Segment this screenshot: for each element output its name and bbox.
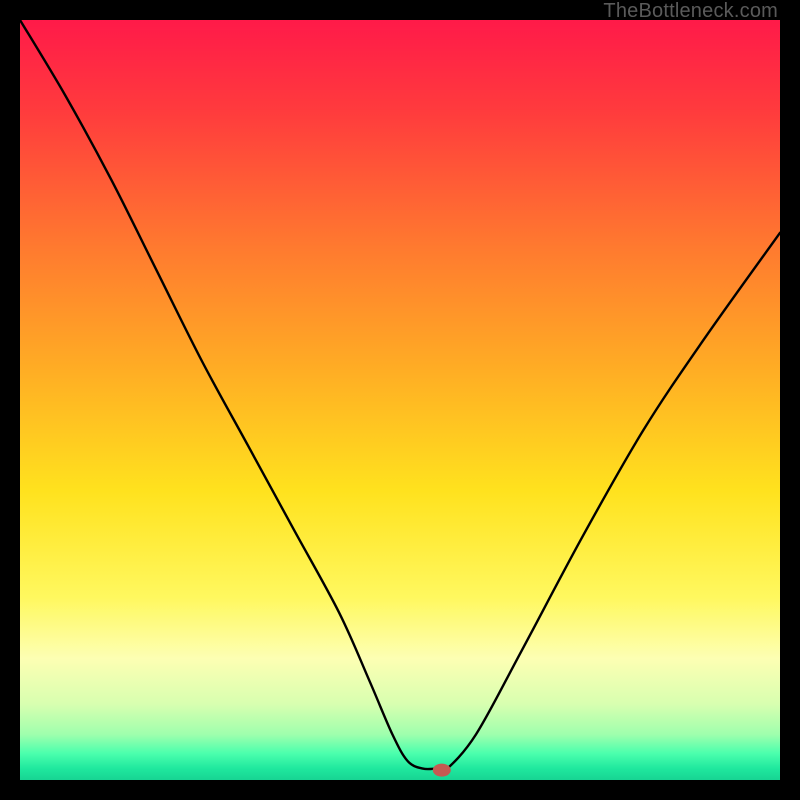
optimal-marker <box>433 764 451 777</box>
chart-frame: TheBottleneck.com <box>0 0 800 800</box>
chart-svg <box>20 20 780 780</box>
plot-area <box>20 20 780 780</box>
gradient-background <box>20 20 780 780</box>
watermark-text: TheBottleneck.com <box>603 0 778 23</box>
